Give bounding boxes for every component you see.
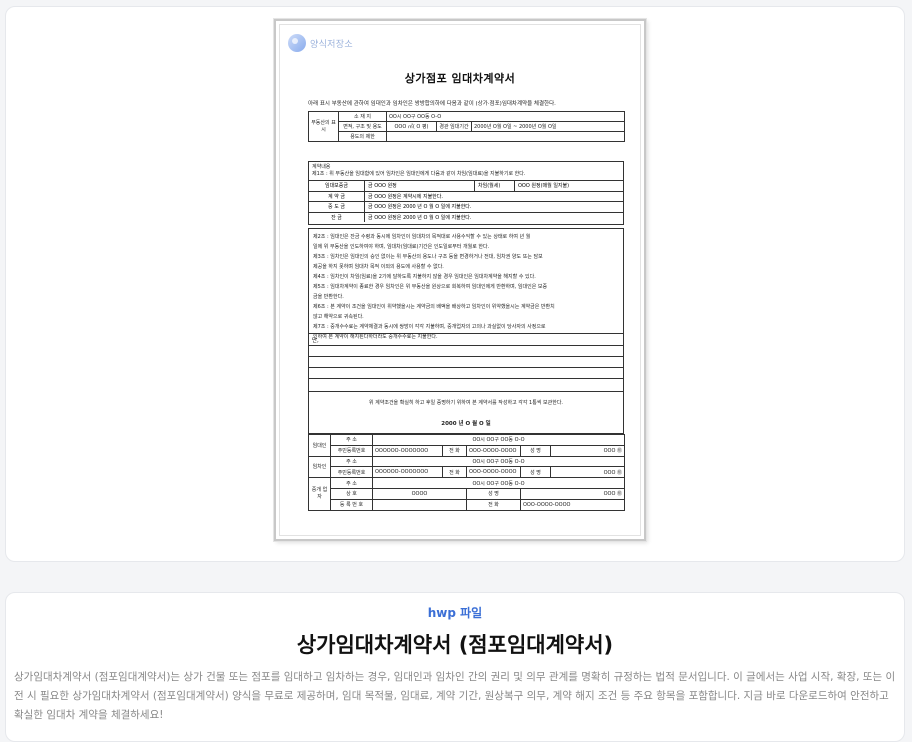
special-terms-line — [309, 379, 623, 390]
page-title: 상가임대차계약서 (점포임대계약서) — [296, 633, 614, 657]
lessee-name-value: OOO ㊞ — [549, 466, 626, 479]
payment-head: 계약내용 제1조 : 위 부동산을 임대함에 있어 임차인은 임대인에게 다음과… — [312, 164, 526, 177]
info-card: hwp 파일 상가임대차계약서 (점포임대계약서) 상가임대차계약서 (점포임대… — [5, 592, 905, 742]
rent-label: 차임(월세) — [475, 181, 515, 191]
closing-section: 위 계약조건을 확실히 하고 후일 증명하기 위하여 본 계약서를 작성하고 각… — [308, 392, 624, 434]
term-line: 제6조 : 본 계약이 조건을 임대인이 위약했을시는 계약금의 배액을 배상하… — [313, 304, 555, 310]
property-table: 부동산의 표 시 소 재 지 OO시 OO구 OO동 O-O 면적, 구조 및 … — [308, 111, 625, 142]
page-description: 상가임대차계약서 (점포임대계약서)는 상가 건물 또는 점포를 임대하고 임차… — [14, 671, 896, 721]
document-preview[interactable]: 양식저장소 상가점포 임대차계약서 아래 표시 부동산에 관하여 임대인과 임차… — [274, 19, 646, 541]
deposit-label: 임대보증금 — [309, 181, 365, 191]
area-label: 면적, 구조 및 용도 — [338, 121, 387, 132]
lessee-phone-value: OOO-OOOO-OOOO — [466, 466, 521, 479]
term-line: 제공을 하지 못하며 임대차 목적 이외의 용도에 사용할 수 없다. — [313, 264, 444, 270]
rent-value: OOO 원정(매월 일지불) — [518, 183, 570, 190]
parties-table: 임대인 주 소 OO시 OO구 OO동 O-O 주민등록번호 OOOOOO-OO… — [308, 434, 626, 511]
agent-trade-label: 상 호 — [330, 487, 373, 500]
agent-label: 중개 업자 — [308, 477, 331, 511]
agent-reg-label: 등 록 번 호 — [330, 498, 373, 511]
contract-value: 금 OOO 원정은 계약시에 지불한다. — [368, 193, 443, 200]
lessor-address-label: 주 소 — [330, 434, 373, 446]
term-line: 제3조 : 임차인은 임대인의 승인 없이는 위 부동산의 용도나 구조 등을 … — [313, 254, 543, 260]
location-label: 소 재 지 — [338, 111, 387, 122]
term-line: 제7조 : 중개수수료는 계약체결과 동시에 쌍방이 각각 지불하며, 중개업자… — [313, 324, 546, 330]
special-terms-line — [309, 368, 623, 379]
agent-phone-value: OOO-OOOO-OOOO — [519, 498, 626, 511]
location-value: OO시 OO구 OO동 O-O — [386, 111, 625, 122]
contract-row: 계 약 금 금 OOO 원정은 계약시에 지불한다. — [309, 190, 623, 201]
balance-label: 잔 금 — [309, 212, 365, 222]
property-group-label: 부동산의 표 시 — [308, 111, 339, 142]
closing-text: 위 계약조건을 확실히 하고 후일 증명하기 위하여 본 계약서를 작성하고 각… — [368, 400, 564, 406]
lessee-address-label: 주 소 — [330, 455, 373, 468]
lessor-address-value: OO시 OO구 OO동 O-O — [371, 434, 626, 446]
payment-section: 계약내용 제1조 : 위 부동산을 임대함에 있어 임차인은 임대인에게 다음과… — [308, 161, 624, 225]
lessor-label: 임대인 — [308, 434, 331, 457]
document-intro: 아래 표시 부동산에 관하여 임대인과 임차인은 쌍방합의하에 다음과 같이 (… — [308, 101, 556, 107]
term-line: 않고 해약으로 귀속된다. — [313, 314, 364, 320]
term-line: 금을 반환한다. — [313, 294, 344, 300]
deposit-value: 금 OOO 원정 — [365, 181, 475, 191]
preview-card: 양식저장소 상가점포 임대차계약서 아래 표시 부동산에 관하여 임대인과 임차… — [5, 6, 905, 562]
term-line: 제2조 : 임대인은 잔금 수령과 동시에 임차인이 임대차의 목적대로 사용수… — [313, 234, 531, 240]
restriction-value — [386, 131, 625, 142]
balance-row: 잔 금 금 OOO 원정은 2000 년 O 월 O 일에 지불한다. — [309, 211, 623, 222]
agent-address-value: OO시 OO구 OO동 O-O — [371, 477, 626, 489]
term-value: 2000년 O월 O일 ~ 2000년 O월 O일 — [471, 121, 625, 132]
watermark-logo-icon — [288, 34, 306, 52]
file-type-tag[interactable]: hwp 파일 — [6, 604, 904, 621]
middle-row: 중 도 금 금 OOO 원정은 2000 년 O 월 O 일에 지불한다. — [309, 201, 623, 212]
term-line: 일에 위 부동산을 인도하여야 하며, 임대차(임대료)기간은 인도일로부터 개… — [313, 244, 490, 250]
deposit-row: 임대보증금 금 OOO 원정 차임(월세) OOO 원정(매월 일지불) — [309, 180, 623, 191]
agent-name-value: OOO ㊞ — [519, 487, 626, 500]
terms-section: 제2조 : 임대인은 잔금 수령과 동시에 임차인이 임대차의 목적대로 사용수… — [308, 228, 624, 340]
agent-address-label: 주 소 — [330, 477, 373, 489]
middle-value: 금 OOO 원정은 2000 년 O 월 O 일에 지불한다. — [368, 204, 472, 211]
lessee-name-label: 성 명 — [520, 466, 551, 479]
agent-reg-value — [372, 498, 467, 511]
agent-trade-value: OOOO — [372, 487, 467, 500]
watermark-text: 양식저장소 — [310, 39, 353, 50]
special-terms-line — [309, 357, 623, 368]
contract-label: 계 약 금 — [309, 191, 365, 201]
middle-label: 중 도 금 — [309, 202, 365, 212]
special-terms-head: 단, — [309, 334, 623, 346]
lessee-id-label: 주민등록번호 — [330, 466, 373, 479]
lessee-id-value: OOOOOO-OOOOOOO — [372, 466, 443, 479]
lessor-id-value: OOOOOO-OOOOOOO — [372, 444, 443, 457]
restriction-label: 용도의 제한 — [338, 131, 387, 142]
lessee-phone-label: 전 화 — [442, 466, 467, 479]
lessee-address-value: OO시 OO구 OO동 O-O — [371, 455, 626, 468]
closing-date: 2000 년 O 월 O 일 — [441, 421, 491, 427]
document-title: 상가점포 임대차계약서 — [404, 72, 516, 85]
term-label: 경관 임대기간 — [436, 121, 472, 132]
term-line: 제5조 : 임대차계약이 종료한 경우 임차인은 위 부동산을 원상으로 회복하… — [313, 284, 548, 290]
area-value: OOO ㎡( O 평) — [386, 121, 437, 132]
special-terms-line — [309, 346, 623, 357]
agent-name-label: 성 명 — [466, 487, 521, 500]
term-line: 제4조 : 임차인이 차임(임료)을 2기에 달하도록 지불하지 않을 경우 임… — [313, 274, 536, 280]
balance-value: 금 OOO 원정은 2000 년 O 월 O 일에 지불한다. — [368, 214, 472, 221]
lessor-phone-value: OOO-OOOO-OOOO — [466, 444, 521, 457]
lessor-name-value: OOO ㊞ — [549, 444, 626, 457]
lessor-phone-label: 전 화 — [442, 444, 467, 457]
lessor-name-label: 성 명 — [520, 444, 551, 457]
watermark: 양식저장소 — [288, 34, 353, 52]
lessee-label: 임차인 — [308, 455, 331, 479]
document-page: 양식저장소 상가점포 임대차계약서 아래 표시 부동산에 관하여 임대인과 임차… — [279, 24, 641, 536]
agent-phone-label: 전 화 — [466, 498, 521, 511]
special-terms-section: 단, — [308, 334, 624, 392]
lessor-id-label: 주민등록번호 — [330, 444, 373, 457]
